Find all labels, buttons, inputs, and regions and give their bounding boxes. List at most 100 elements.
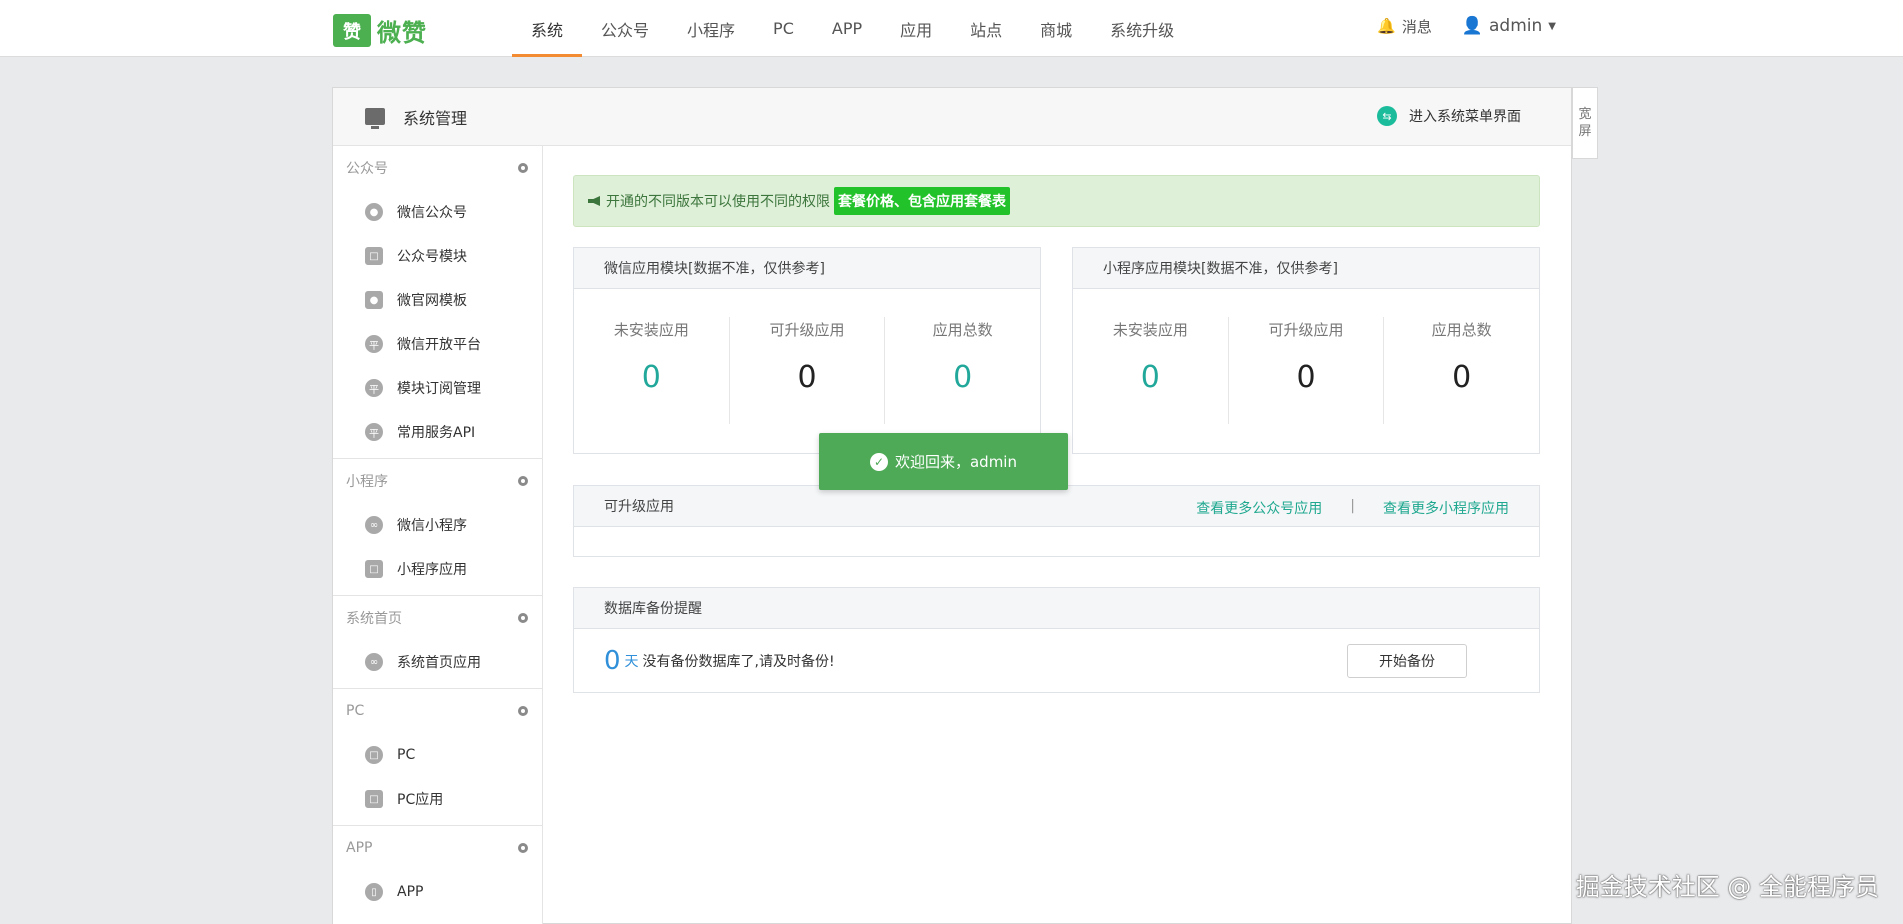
- user-icon: 👤: [1461, 16, 1484, 36]
- template-icon: ●: [365, 291, 383, 309]
- sidebar-item-site-templates[interactable]: ● 微官网模板: [333, 278, 542, 322]
- upgradable-apps-card: 可升级应用 查看更多公众号应用 | 查看更多小程序应用: [573, 485, 1540, 557]
- stat-total: 应用总数 0: [1384, 317, 1539, 424]
- sidebar-item-module-subscriptions[interactable]: 平模块订阅管理: [333, 366, 542, 410]
- stat-uninstalled: 未安装应用 0: [1073, 317, 1229, 424]
- sidebar-group-header: 小程序: [333, 459, 542, 503]
- mini-app-icon: □: [365, 560, 383, 578]
- card-title: 数据库备份提醒: [574, 588, 1539, 629]
- backup-days: 0: [604, 645, 621, 676]
- welcome-toast: ✓ 欢迎回来，admin: [819, 433, 1068, 490]
- sidebar-item-app[interactable]: ▯ APP: [333, 870, 542, 914]
- sidebar-item-label: 小程序应用: [397, 562, 467, 578]
- switch-icon: ⇆: [1377, 106, 1397, 126]
- logo[interactable]: 赞 微赞: [333, 14, 427, 47]
- stat-uninstalled: 未安装应用 0: [574, 317, 730, 424]
- backup-days-unit: 天: [624, 653, 639, 670]
- logo-text: 微赞: [377, 19, 427, 47]
- stat-label: 未安装应用: [1112, 321, 1188, 339]
- pricing-link[interactable]: 套餐价格、包含应用套餐表: [834, 187, 1010, 215]
- more-mini-program-apps-link[interactable]: 查看更多小程序应用: [1383, 498, 1509, 518]
- sidebar-group-header: APP: [333, 826, 542, 870]
- sidebar-group-title: APP: [346, 840, 373, 856]
- watermark: 掘金技术社区 @ 全能程序员: [1575, 873, 1879, 901]
- widescreen-label-1: 宽: [1578, 107, 1592, 122]
- stat-value[interactable]: 0: [574, 360, 729, 395]
- sidebar-item-label: PC: [397, 747, 416, 763]
- gear-icon[interactable]: [518, 476, 528, 486]
- gear-icon[interactable]: [518, 706, 528, 716]
- stat-value[interactable]: 0: [730, 360, 885, 395]
- toast-text: 欢迎回来，admin: [894, 453, 1017, 471]
- sidebar-item-label: APP: [397, 884, 424, 900]
- stat-value[interactable]: 0: [1073, 360, 1228, 395]
- sidebar-item-label: 微信小程序: [397, 518, 467, 534]
- start-backup-button[interactable]: 开始备份: [1347, 644, 1467, 678]
- nav-pc[interactable]: PC: [754, 0, 813, 57]
- sidebar-item-label: 常用服务API: [397, 425, 476, 441]
- sidebar-item-label: 模块订阅管理: [397, 381, 481, 397]
- sidebar-item-pc-apps[interactable]: □ PC应用: [333, 777, 542, 821]
- sidebar-item-mini-program-apps[interactable]: □ 小程序应用: [333, 547, 542, 591]
- phone-icon: ▯: [365, 883, 383, 901]
- widescreen-label-2: 屏: [1578, 124, 1592, 139]
- notice-text: 开通的不同版本可以使用不同的权限: [606, 194, 830, 210]
- platform-icon: 平: [365, 335, 383, 353]
- gear-icon[interactable]: [518, 163, 528, 173]
- sidebar-item-wechat-account[interactable]: ● 微信公众号: [333, 190, 542, 234]
- sidebar-item-pc[interactable]: □ PC: [333, 733, 542, 777]
- messages-link[interactable]: 🔔 消息: [1377, 16, 1432, 37]
- sidebar-group-official-account: 公众号 ● 微信公众号 □ 公众号模块 ● 微官网模板 平微信开放平台 平模块订阅管理…: [333, 146, 542, 459]
- gear-icon[interactable]: [518, 613, 528, 623]
- panel-title: 系统管理: [403, 108, 468, 128]
- user-menu[interactable]: 👤 admin ▼: [1462, 16, 1556, 36]
- caret-down-icon: ▼: [1548, 20, 1556, 32]
- sidebar-item-label: PC应用: [397, 792, 444, 808]
- nav-mall[interactable]: 商城: [1021, 0, 1091, 57]
- upgrade-links: 查看更多公众号应用 | 查看更多小程序应用: [1196, 498, 1509, 518]
- sidebar-group-mini-program: 小程序 ∞ 微信小程序 □ 小程序应用: [333, 459, 542, 596]
- nav-system[interactable]: 系统: [512, 0, 583, 57]
- wechat-icon: ●: [365, 203, 383, 221]
- panel-header: 系统管理 ⇆ 进入系统菜单界面: [333, 88, 1571, 146]
- stat-value[interactable]: 0: [1229, 360, 1384, 395]
- stat-upgradable: 可升级应用 0: [730, 317, 886, 424]
- sidebar-item-wechat-mini-program[interactable]: ∞ 微信小程序: [333, 503, 542, 547]
- mini-program-icon: ∞: [365, 516, 383, 534]
- card-title: 微信应用模块[数据不准，仅供参考]: [574, 248, 1040, 289]
- monitor-icon: □: [365, 746, 383, 764]
- sidebar-item-account-modules[interactable]: □ 公众号模块: [333, 234, 542, 278]
- more-account-apps-link[interactable]: 查看更多公众号应用: [1196, 498, 1322, 518]
- enter-system-menu-link[interactable]: ⇆ 进入系统菜单界面: [1377, 106, 1521, 126]
- nav-app[interactable]: APP: [813, 0, 881, 57]
- database-backup-card: 数据库备份提醒 0 天 没有备份数据库了,请及时备份! 开始备份: [573, 587, 1540, 693]
- bell-icon: 🔔: [1377, 17, 1396, 35]
- sidebar: 公众号 ● 微信公众号 □ 公众号模块 ● 微官网模板 平微信开放平台 平模块订阅管理…: [333, 146, 543, 924]
- nav-system-upgrade[interactable]: 系统升级: [1091, 0, 1193, 57]
- sidebar-item-home-apps[interactable]: ∞ 系统首页应用: [333, 640, 542, 684]
- widescreen-toggle[interactable]: 宽 屏: [1572, 87, 1598, 159]
- sidebar-item-service-api[interactable]: 平常用服务API: [333, 410, 542, 454]
- sidebar-group-title: 小程序: [346, 474, 388, 490]
- sidebar-item-open-platform[interactable]: 平微信开放平台: [333, 322, 542, 366]
- stat-value[interactable]: 0: [885, 360, 1040, 395]
- nav-official-account[interactable]: 公众号: [582, 0, 668, 57]
- card-title: 小程序应用模块[数据不准，仅供参考]: [1073, 248, 1539, 289]
- nav-mini-program[interactable]: 小程序: [668, 0, 754, 57]
- backup-message: 没有备份数据库了,请及时备份!: [642, 653, 835, 670]
- username: admin: [1489, 16, 1543, 36]
- mini-program-icon: ∞: [365, 653, 383, 671]
- sidebar-group-pc: PC □ PC □ PC应用: [333, 689, 542, 826]
- logo-mark: 赞: [333, 14, 371, 47]
- stat-value[interactable]: 0: [1384, 360, 1539, 395]
- sidebar-item-label: 微信公众号: [397, 205, 467, 221]
- gear-icon[interactable]: [518, 843, 528, 853]
- sidebar-group-title: 公众号: [346, 161, 388, 177]
- top-right-menu: 🔔 消息 👤 admin ▼: [1377, 0, 1556, 52]
- nav-applications[interactable]: 应用: [881, 0, 951, 57]
- check-icon: ✓: [869, 452, 888, 471]
- stat-label: 可升级应用: [769, 321, 845, 339]
- sidebar-group-system-home: 系统首页 ∞ 系统首页应用: [333, 596, 542, 689]
- nav-sites[interactable]: 站点: [951, 0, 1021, 57]
- monitor-icon: [365, 108, 385, 129]
